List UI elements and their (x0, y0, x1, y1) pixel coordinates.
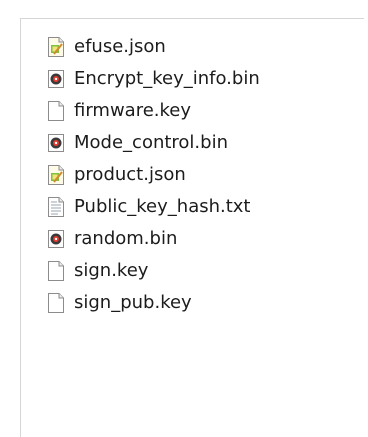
file-name: firmware.key (74, 100, 192, 121)
file-item-product-json[interactable]: product.json (47, 159, 260, 191)
file-item-public-key-hash-txt[interactable]: Public_key_hash.txt (47, 191, 260, 223)
file-name: sign.key (74, 260, 149, 281)
file-name: efuse.json (74, 36, 166, 57)
file-item-mode-control-bin[interactable]: Mode_control.bin (47, 127, 260, 159)
file-name: Mode_control.bin (74, 132, 228, 153)
json-file-icon (47, 165, 65, 185)
file-list-panel: efuse.json Encrypt_key_info.bin firmware… (20, 18, 364, 437)
blank-file-icon (47, 261, 65, 281)
bin-file-icon (47, 69, 65, 89)
file-item-random-bin[interactable]: random.bin (47, 223, 260, 255)
file-item-sign-pub-key[interactable]: sign_pub.key (47, 287, 260, 319)
bin-file-icon (47, 229, 65, 249)
file-item-encrypt-key-info-bin[interactable]: Encrypt_key_info.bin (47, 63, 260, 95)
file-name: Public_key_hash.txt (74, 196, 251, 217)
bin-file-icon (47, 133, 65, 153)
blank-file-icon (47, 293, 65, 313)
file-name: sign_pub.key (74, 292, 192, 313)
blank-file-icon (47, 101, 65, 121)
file-item-sign-key[interactable]: sign.key (47, 255, 260, 287)
file-item-efuse-json[interactable]: efuse.json (47, 31, 260, 63)
file-name: product.json (74, 164, 186, 185)
file-item-firmware-key[interactable]: firmware.key (47, 95, 260, 127)
text-file-icon (47, 197, 65, 217)
file-name: Encrypt_key_info.bin (74, 68, 260, 89)
file-list: efuse.json Encrypt_key_info.bin firmware… (47, 31, 260, 319)
json-file-icon (47, 37, 65, 57)
file-name: random.bin (74, 228, 178, 249)
